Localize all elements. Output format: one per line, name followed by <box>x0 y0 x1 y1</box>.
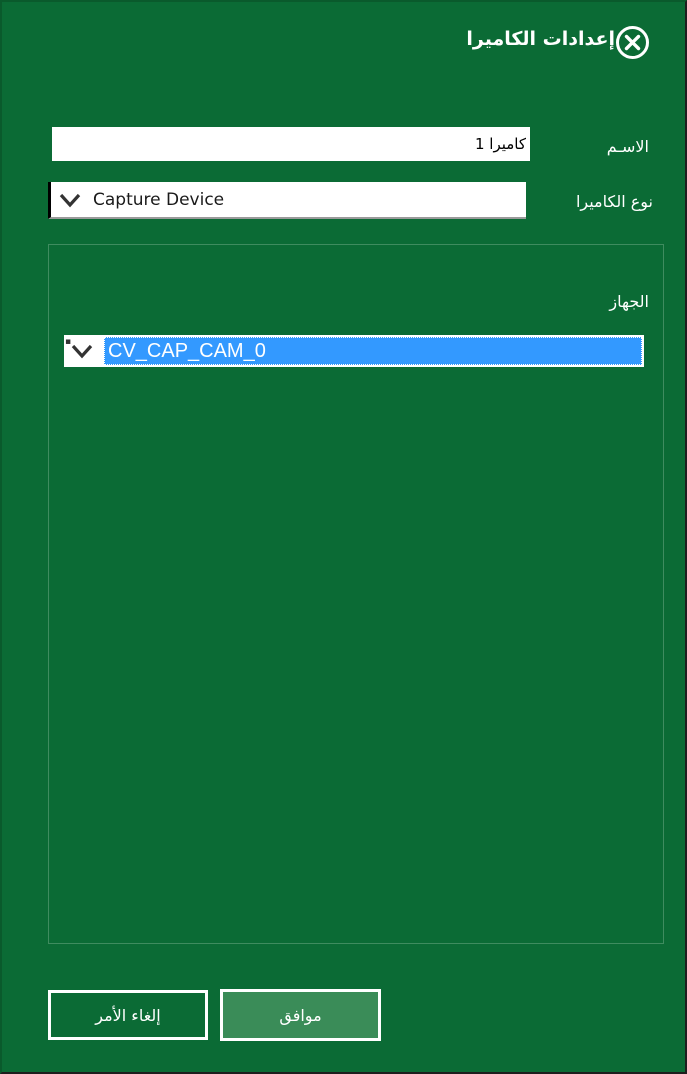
chevron-down-icon <box>59 193 81 207</box>
name-input[interactable] <box>52 127 530 161</box>
close-button[interactable] <box>616 26 649 59</box>
camera-type-dropdown[interactable]: Capture Device <box>48 182 526 219</box>
camera-type-value: Capture Device <box>93 189 225 210</box>
device-group-panel: الجهاز ▪ CV_CAP_CAM_0 <box>48 244 664 944</box>
device-value: CV_CAP_CAM_0 <box>104 337 642 365</box>
cancel-button[interactable]: إلغاء الأمر <box>48 990 208 1040</box>
camera-settings-dialog: إعدادات الكاميرا الاسـم نوع الكاميرا Cap… <box>0 0 687 1074</box>
name-label: الاسـم <box>606 137 649 156</box>
device-label: الجهاز <box>609 292 649 311</box>
dialog-title: إعدادات الكاميرا <box>466 28 615 50</box>
chevron-down-icon <box>71 344 93 359</box>
camera-type-label: نوع الكاميرا <box>575 192 653 211</box>
ok-button[interactable]: موافق <box>220 989 381 1041</box>
device-dropdown[interactable]: ▪ CV_CAP_CAM_0 <box>64 335 644 367</box>
close-icon <box>624 34 641 51</box>
